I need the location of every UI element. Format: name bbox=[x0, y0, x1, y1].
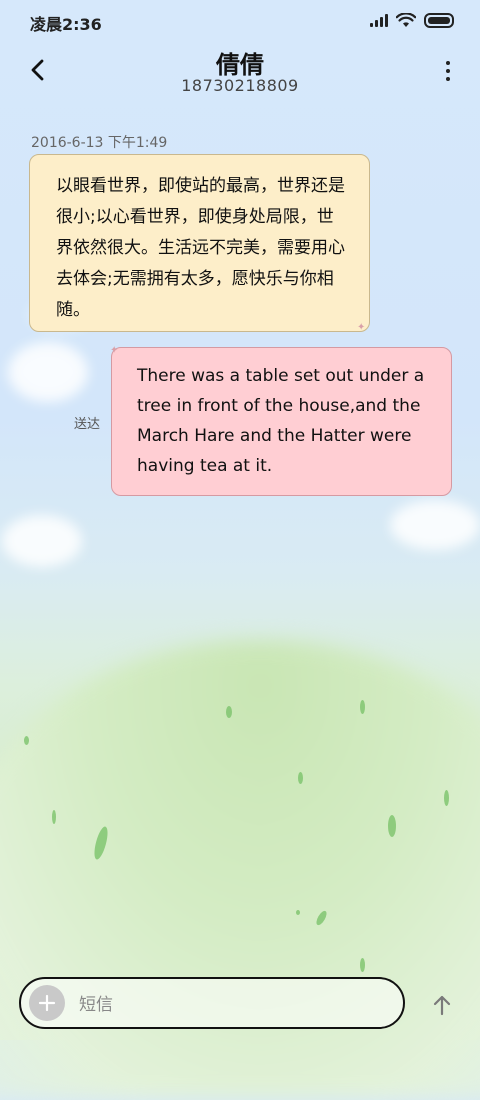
add-attachment-button[interactable] bbox=[29, 985, 65, 1021]
contact-name: 倩倩 bbox=[216, 51, 264, 79]
more-vertical-icon bbox=[446, 61, 450, 65]
plus-icon bbox=[38, 994, 56, 1012]
signal-icon bbox=[370, 13, 388, 27]
conversation-header: 倩倩 18730218809 bbox=[0, 40, 480, 104]
incoming-message-bubble[interactable]: 以眼看世界，即使站的最高，世界还是很小;以心看世界，即使身处局限，世界依然很大。… bbox=[29, 154, 370, 333]
sparkle-icon: ✦ bbox=[110, 345, 119, 356]
arrow-up-icon bbox=[433, 995, 451, 1016]
outgoing-message-bubble[interactable]: ✦ There was a table set out under a tree… bbox=[110, 345, 452, 496]
message-input[interactable] bbox=[77, 991, 381, 1019]
delivery-status: 送达 bbox=[74, 417, 101, 432]
status-time: 凌晨2:36 bbox=[30, 15, 102, 34]
sparkle-icon: ✦ bbox=[357, 322, 366, 333]
incoming-message-text: 以眼看世界，即使站的最高，世界还是很小;以心看世界，即使身处局限，世界依然很大。… bbox=[56, 176, 345, 320]
outgoing-message-text: There was a table set out under a tree i… bbox=[137, 366, 425, 476]
status-bar: 凌晨2:36 bbox=[0, 0, 480, 40]
message-timestamp: 2016-6-13 下午1:49 bbox=[31, 135, 168, 151]
contact-number: 18730218809 bbox=[181, 76, 299, 95]
wifi-icon bbox=[396, 12, 416, 27]
status-icons bbox=[370, 12, 454, 28]
more-options-button[interactable] bbox=[436, 54, 460, 88]
send-button[interactable] bbox=[428, 990, 456, 1020]
compose-bar bbox=[19, 977, 405, 1029]
battery-icon bbox=[424, 12, 454, 28]
